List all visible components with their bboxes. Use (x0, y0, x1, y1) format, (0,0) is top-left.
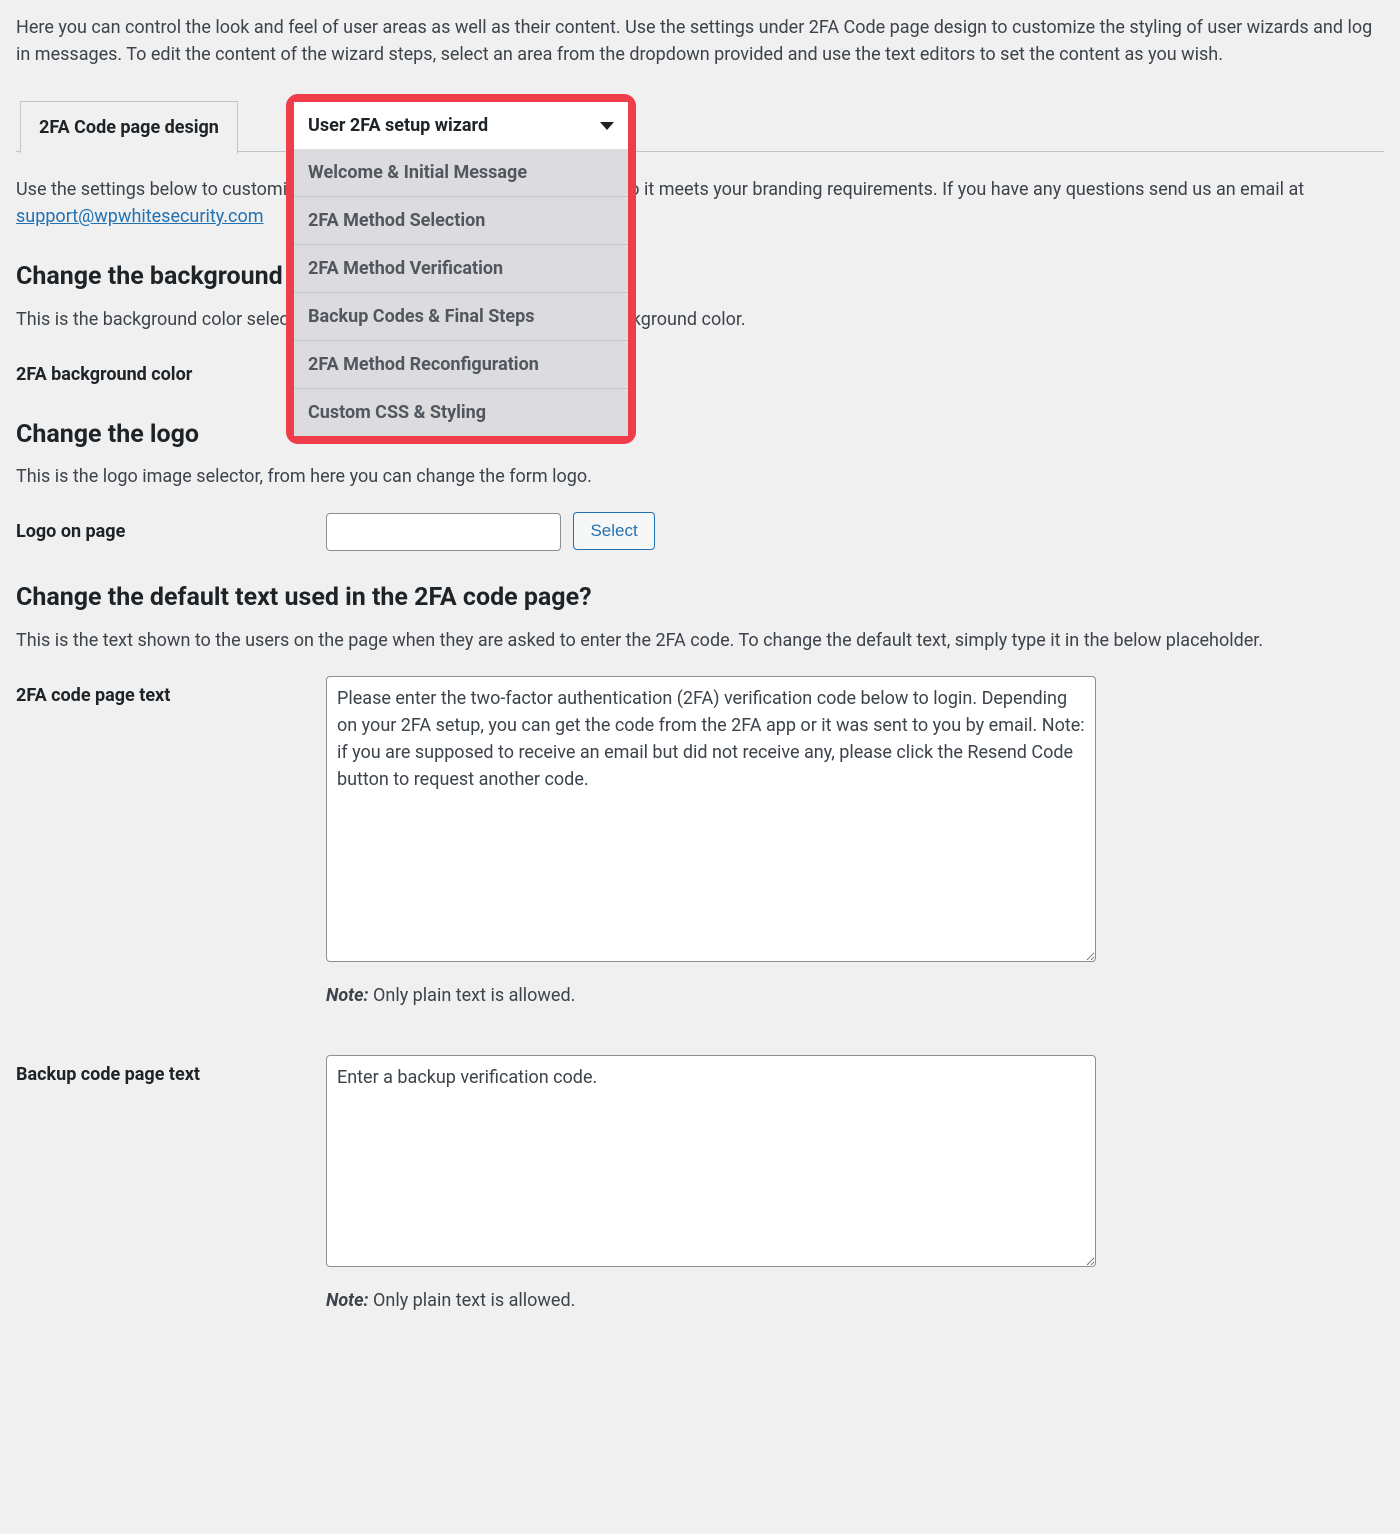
label-2fa-code-page-text: 2FA code page text (16, 676, 326, 709)
wizard-dropdown-toggle[interactable]: User 2FA setup wizard (294, 102, 628, 149)
note-backup-code-page-text: Note: Only plain text is allowed. (326, 1287, 1384, 1314)
select-logo-button[interactable]: Select (573, 512, 654, 550)
heading-logo: Change the logo (16, 416, 1384, 454)
logo-path-input[interactable] (326, 513, 561, 551)
instructions-text: Use the settings below to customize the … (16, 176, 1384, 230)
note-text-backup: Only plain text is allowed. (369, 1290, 576, 1311)
wizard-dropdown-list: Welcome & Initial Message 2FA Method Sel… (294, 149, 628, 436)
wizard-dropdown-item-method-reconfiguration[interactable]: 2FA Method Reconfiguration (294, 340, 628, 388)
instructions-prefix: Use the settings below to customize the … (16, 179, 1304, 200)
desc-logo: This is the logo image selector, from he… (16, 463, 1384, 490)
chevron-down-icon (600, 122, 614, 130)
wizard-dropdown-item-backup-codes[interactable]: Backup Codes & Final Steps (294, 292, 628, 340)
wizard-dropdown-item-method-selection[interactable]: 2FA Method Selection (294, 196, 628, 244)
desc-background-color: This is the background color selector, f… (16, 306, 1384, 333)
desc-default-text: This is the text shown to the users on t… (16, 627, 1384, 654)
label-2fa-background-color: 2FA background color (16, 355, 326, 388)
intro-text: Here you can control the look and feel o… (16, 14, 1384, 68)
wizard-dropdown: User 2FA setup wizard Welcome & Initial … (286, 94, 636, 444)
wizard-dropdown-item-custom-css[interactable]: Custom CSS & Styling (294, 388, 628, 436)
label-logo-on-page: Logo on page (16, 512, 326, 545)
note-label-backup: Note: (326, 1290, 369, 1311)
tab-2fa-code-page-design[interactable]: 2FA Code page design (20, 101, 238, 154)
wizard-dropdown-selected: User 2FA setup wizard (308, 115, 488, 136)
heading-default-text: Change the default text used in the 2FA … (16, 579, 1384, 617)
heading-background-color: Change the background color (16, 258, 1384, 296)
note-text: Only plain text is allowed. (369, 985, 576, 1006)
wizard-dropdown-item-welcome[interactable]: Welcome & Initial Message (294, 149, 628, 196)
support-email-link[interactable]: support@wpwhitesecurity.com (16, 206, 264, 227)
wizard-dropdown-item-method-verification[interactable]: 2FA Method Verification (294, 244, 628, 292)
tabs-row: 2FA Code page design User 2FA setup wiza… (16, 100, 1384, 152)
note-2fa-code-page-text: Note: Only plain text is allowed. (326, 982, 1384, 1009)
note-label: Note: (326, 985, 369, 1006)
2fa-code-page-text-textarea[interactable] (326, 676, 1096, 962)
backup-code-page-text-textarea[interactable] (326, 1055, 1096, 1267)
label-backup-code-page-text: Backup code page text (16, 1055, 326, 1088)
